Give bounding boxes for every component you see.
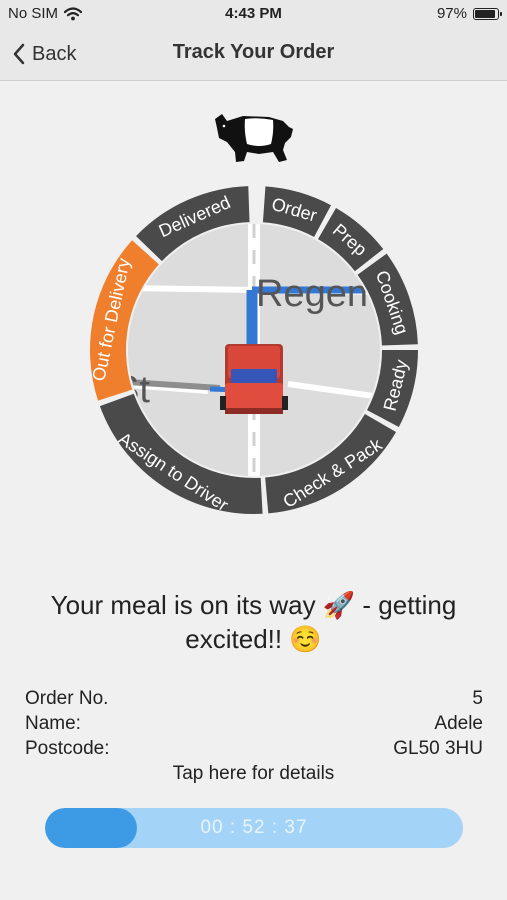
battery-percent: 97% (436, 5, 467, 22)
customer-name-row: Name: Adele (25, 713, 483, 737)
status-bar: No SIM 4:43 PM 97% (0, 0, 507, 28)
battery-group: 97% (436, 5, 502, 22)
chevron-left-icon (13, 43, 25, 65)
order-number-label: Order No. (25, 688, 109, 709)
map-street-label: Regen (256, 273, 368, 315)
clock: 4:43 PM (225, 5, 282, 22)
delivery-countdown-bar: 00 : 52 : 37 (45, 808, 463, 848)
postcode-value: GL50 3HU (393, 738, 483, 759)
back-button[interactable]: Back (12, 38, 76, 70)
order-status-wheel: Regen St OrderPrepCookingReadyCheck & Pa… (88, 186, 418, 515)
postcode-label: Postcode: (25, 738, 110, 759)
status-message: Your meal is on its way 🚀 - getting exci… (50, 590, 457, 654)
battery-level (475, 9, 496, 18)
back-label: Back (32, 42, 77, 65)
customer-name-label: Name: (25, 713, 81, 734)
customer-name-value: Adele (434, 713, 483, 734)
order-number-value: 5 (472, 688, 483, 709)
postcode-row: Postcode: GL50 3HU (25, 738, 483, 762)
details-link[interactable]: Tap here for details (0, 763, 507, 785)
navigation-bar: Back Track Your Order (0, 28, 507, 81)
countdown-timer: 00 : 52 : 37 (200, 817, 308, 838)
battery-icon (473, 7, 502, 20)
order-number-row: Order No. 5 (25, 688, 483, 712)
delivery-van-icon (220, 344, 288, 414)
pig-logo-icon (215, 114, 293, 162)
